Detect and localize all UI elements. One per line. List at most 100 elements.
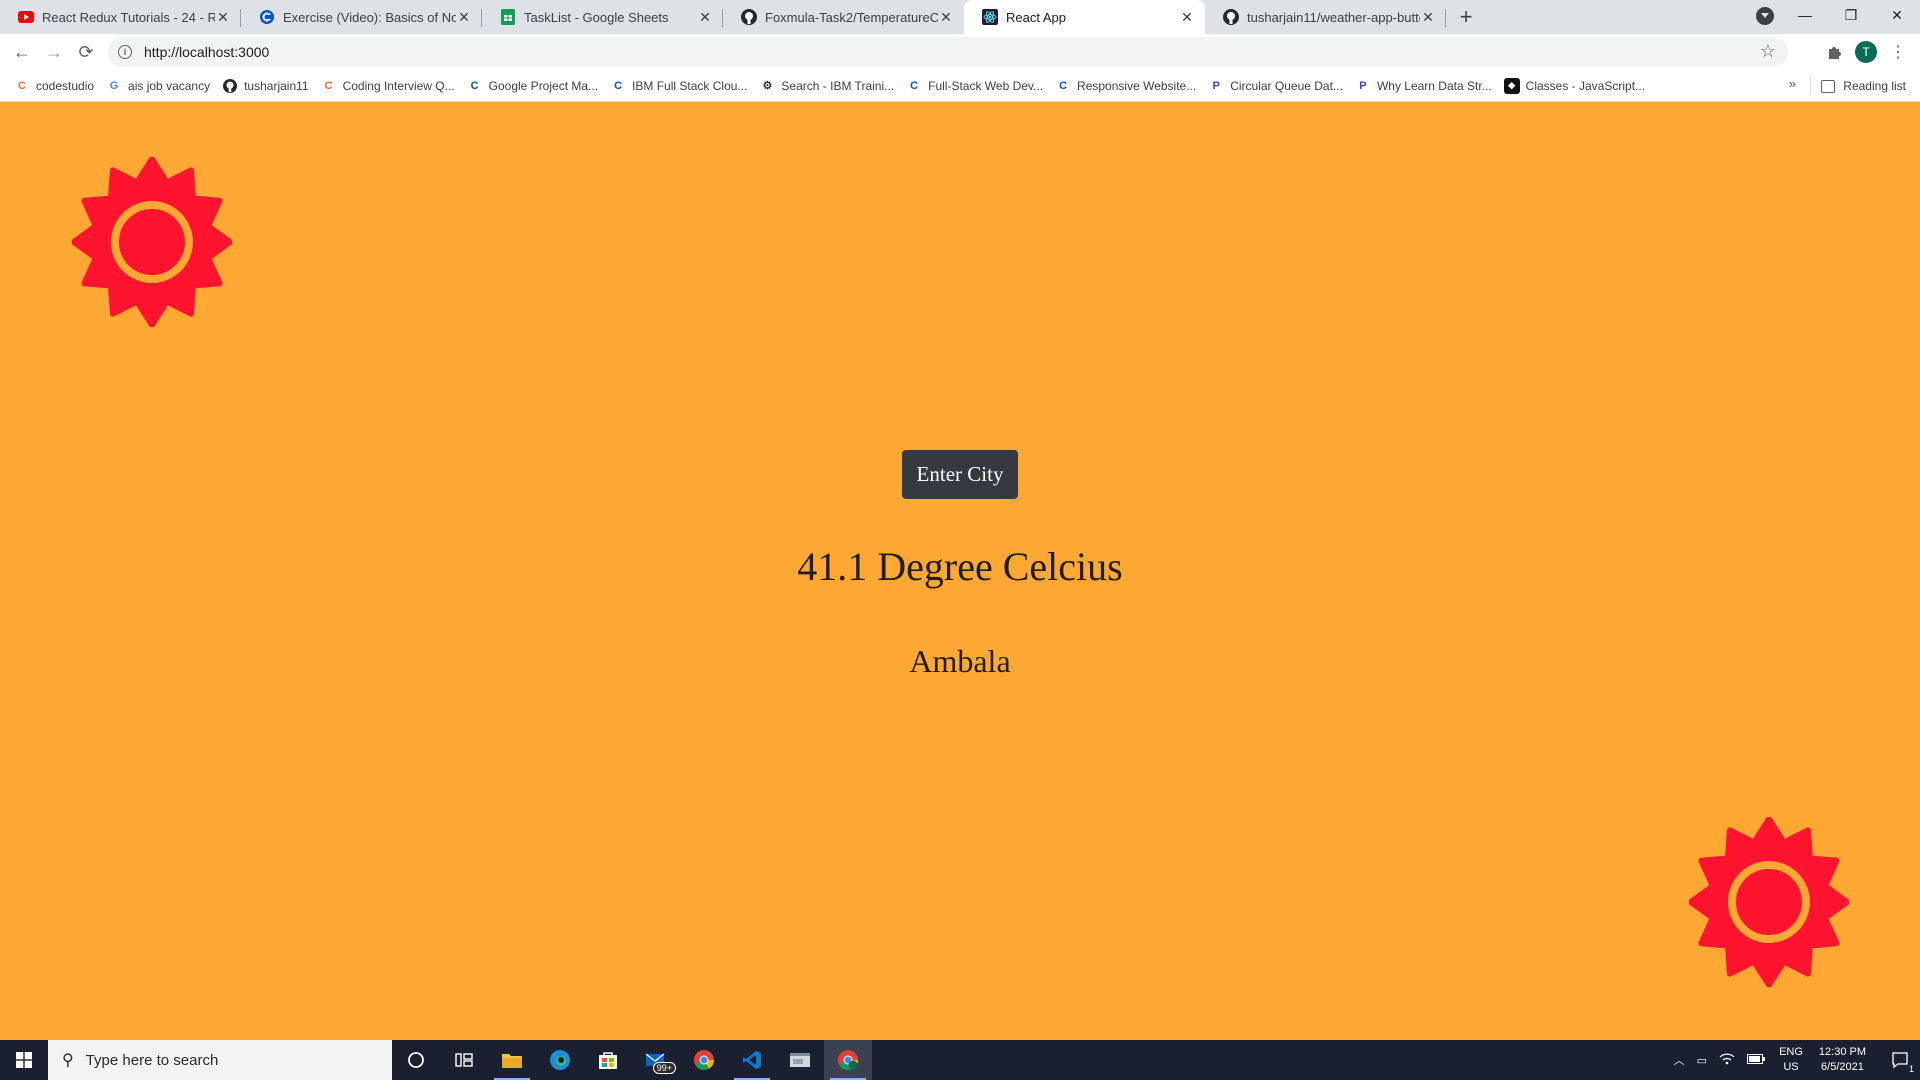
chrome-profile-icon[interactable] [824,1040,872,1080]
tab-title: React App [1006,9,1066,25]
menu-kebab-icon[interactable]: ⋮ [1882,36,1914,68]
windows-start-icon[interactable] [0,1040,48,1080]
mail-badge: 99+ [652,1062,676,1074]
address-bar[interactable]: i http://localhost:3000 ☆ [108,37,1788,67]
url-text[interactable]: http://localhost:3000 [144,44,269,60]
notification-center-icon[interactable]: 1 [1880,1040,1920,1080]
wifi-icon[interactable] [1719,1053,1735,1068]
react-icon [982,9,998,25]
search-icon: ⚲ [62,1052,74,1069]
language-indicator[interactable]: ENG US [1779,1045,1803,1075]
mail-icon[interactable]: 99+ [632,1040,680,1080]
reload-icon[interactable]: ⟳ [70,36,102,68]
site-info-icon[interactable]: i [118,45,132,59]
programiz-icon: P [1359,79,1367,92]
tab-title: Foxmula-Task2/TemperatureCon [765,9,938,25]
tablet-icon[interactable]: ▭ [1697,1054,1707,1067]
sun-icon [72,157,232,327]
taskbar-search-placeholder: Type here to search [85,1051,219,1069]
taskbar-search-box[interactable]: ⚲ Type here to search [48,1040,392,1080]
bookmark-item[interactable]: C Coding Interview Q... [319,72,463,100]
bookmark-item[interactable]: ⚙ Search - IBM Traini... [757,72,902,100]
javascript-icon: ◆ [1503,77,1520,94]
app-window-icon[interactable] [776,1040,824,1080]
cortana-icon[interactable] [392,1040,440,1080]
bookmark-item[interactable]: P Why Learn Data Str... [1353,72,1500,100]
city-name: Ambala [909,643,1011,679]
tab-react-app[interactable]: React App ✕ [964,0,1205,34]
restore-icon[interactable]: ❐ [1828,0,1874,30]
clock-time: 12:30 PM [1818,1046,1866,1058]
tab-react-redux[interactable]: React Redux Tutorials - 24 - Redu ✕ [0,0,241,34]
browser-toolbar: ← → ⟳ i http://localhost:3000 ☆ T ⋮ [0,34,1920,70]
coursera-icon [259,9,275,25]
task-view-icon[interactable] [440,1040,488,1080]
bookmark-star-icon[interactable]: ☆ [1760,41,1776,62]
bookmark-item[interactable]: P Circular Queue Dat... [1206,72,1351,100]
sheets-icon [500,9,516,25]
youtube-icon [18,9,34,25]
close-icon[interactable]: ✕ [456,9,472,25]
minimize-icon[interactable]: — [1782,0,1828,30]
tab-search-button[interactable] [1756,7,1774,25]
ibm-icon: ⚙ [762,80,773,92]
tab-title: tusharjain11/weather-app-butto [1247,9,1420,25]
tab-tasklist-sheets[interactable]: TaskList - Google Sheets ✕ [482,0,723,34]
bookmark-item[interactable]: C Google Project Ma... [465,72,606,100]
more-bookmarks-chevron-icon[interactable]: » [1789,76,1796,91]
window-close-icon[interactable]: ✕ [1874,0,1920,30]
bookmark-item[interactable]: ◆ Classes - JavaScript... [1502,72,1653,100]
back-arrow-icon[interactable]: ← [6,36,38,68]
codestudio-icon: C [324,79,333,92]
windows-taskbar: ⚲ Type here to search 99+ ︿ ▭ ENG US 12:… [0,1040,1920,1080]
close-icon[interactable]: ✕ [1179,9,1195,25]
coursera-icon: C [614,79,623,92]
notification-count: 1 [1908,1064,1914,1074]
programiz-icon: P [1212,79,1220,92]
tab-foxmula-task[interactable]: Foxmula-Task2/TemperatureCon ✕ [723,0,964,34]
github-icon [1223,9,1239,25]
clock[interactable]: 12:30 PM 6/5/2021 [1819,1045,1866,1075]
close-icon[interactable]: ✕ [215,9,231,25]
bookmark-item[interactable]: tusharjain11 [220,72,317,100]
bookmark-item[interactable]: C Responsive Website... [1053,72,1204,100]
tab-title: React Redux Tutorials - 24 - Redu [42,9,215,25]
coursera-icon: C [470,79,479,92]
reading-list-button[interactable]: Reading list [1810,70,1906,102]
extensions-puzzle-icon[interactable] [1818,36,1850,68]
close-icon[interactable]: ✕ [1420,9,1436,25]
profile-avatar[interactable]: T [1850,36,1882,68]
file-explorer-icon[interactable] [488,1040,536,1080]
tab-weather-app-repo[interactable]: tusharjain11/weather-app-butto ✕ [1205,0,1446,34]
tab-strip: React Redux Tutorials - 24 - Redu ✕ Exer… [0,0,1920,34]
bookmark-item[interactable]: C IBM Full Stack Clou... [608,72,755,100]
vscode-icon[interactable] [728,1040,776,1080]
reading-list-icon [1821,79,1836,93]
microsoft-store-icon[interactable] [584,1040,632,1080]
new-tab-button[interactable]: + [1452,3,1480,31]
edge-icon[interactable] [536,1040,584,1080]
chrome-icon[interactable] [680,1040,728,1080]
bookmark-item[interactable]: C Full-Stack Web Dev... [904,72,1051,100]
chevron-up-icon[interactable]: ︿ [1674,1052,1685,1068]
battery-icon[interactable] [1747,1053,1766,1067]
toolbar-actions: T ⋮ [1818,34,1920,70]
tab-exercise-node[interactable]: Exercise (Video): Basics of Node.j ✕ [241,0,482,34]
bookmark-item[interactable]: G ais job vacancy [104,72,218,100]
clock-date: 6/5/2021 [1821,1061,1864,1073]
enter-city-button[interactable]: Enter City [902,450,1018,499]
github-icon [741,9,757,25]
github-icon [222,78,238,94]
temperature-text: 41.1 Degree Celcius [797,544,1123,589]
google-icon: G [109,79,119,92]
weather-app-page: Enter City 41.1 Degree Celcius Ambala [0,103,1920,1040]
forward-arrow-icon[interactable]: → [38,36,70,68]
system-tray: ︿ ▭ ENG US 12:30 PM 6/5/2021 1 [1668,1040,1920,1080]
close-icon[interactable]: ✕ [938,9,954,25]
window-controls: — ❐ ✕ [1782,0,1920,30]
coursera-icon: C [910,79,919,92]
sun-icon [1689,817,1849,987]
bookmarks-bar: C codestudio G ais job vacancy tusharjai… [0,70,1920,102]
close-icon[interactable]: ✕ [697,9,713,25]
bookmark-item[interactable]: C codestudio [12,72,102,100]
